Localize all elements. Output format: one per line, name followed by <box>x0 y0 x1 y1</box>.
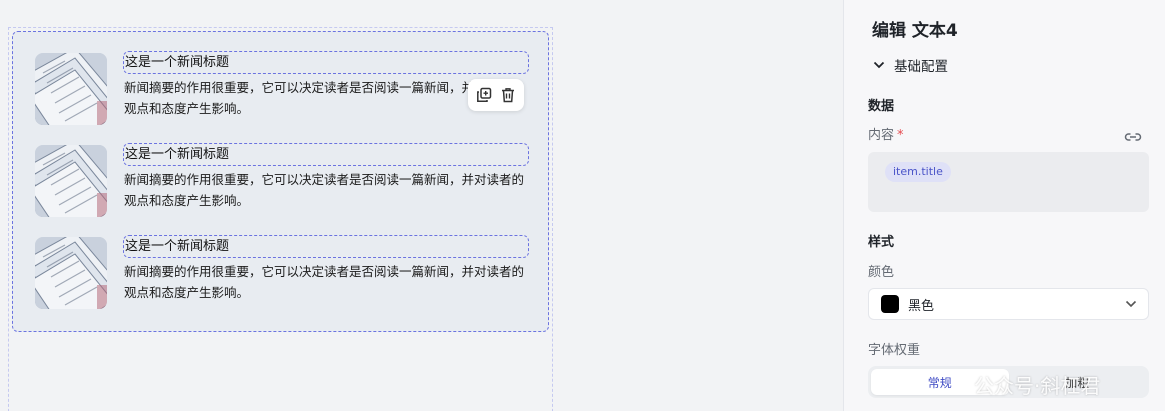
required-mark: * <box>897 128 904 143</box>
news-summary-text[interactable]: 新闻摘要的作用很重要，它可以决定读者是否阅读一篇新闻，并对读者的观点和态度产生影… <box>124 261 534 303</box>
editor-canvas: 这是一个新闻标题 新闻摘要的作用很重要，它可以决定读者是否阅读一篇新闻，并对读者… <box>0 0 843 411</box>
color-label: 颜色 <box>868 265 895 280</box>
trash-icon <box>502 88 514 103</box>
color-value: 黑色 <box>908 298 935 314</box>
chevron-down-icon <box>1125 300 1137 308</box>
font-weight-label: 字体权重 <box>868 343 921 358</box>
color-select[interactable]: 黑色 <box>868 288 1149 320</box>
panel-title: 编辑 文本4 <box>872 21 958 41</box>
copy-button[interactable] <box>474 85 494 105</box>
content-input[interactable]: item.title <box>868 152 1149 212</box>
news-title-text[interactable]: 这是一个新闻标题 <box>123 235 529 258</box>
color-swatch <box>881 295 899 313</box>
news-title-text[interactable]: 这是一个新闻标题 <box>123 143 529 166</box>
watermark-text: 公众号·斜杠君 <box>974 374 1101 398</box>
news-list[interactable]: 这是一个新闻标题 新闻摘要的作用很重要，它可以决定读者是否阅读一篇新闻，并对读者… <box>12 31 549 332</box>
link-icon <box>1124 133 1142 141</box>
section-label: 基础配置 <box>894 59 948 75</box>
content-label: 内容 * <box>868 128 904 143</box>
news-thumbnail-image <box>35 237 107 309</box>
basic-config-toggle[interactable]: 基础配置 <box>872 55 948 75</box>
bind-toggle-button[interactable] <box>1124 129 1142 145</box>
delete-button[interactable] <box>498 85 518 105</box>
news-thumbnail-image <box>35 145 107 217</box>
data-heading: 数据 <box>868 99 895 114</box>
news-summary-text[interactable]: 新闻摘要的作用很重要，它可以决定读者是否阅读一篇新闻，并对读者的观点和态度产生影… <box>124 169 534 211</box>
copy-icon <box>477 87 492 102</box>
property-panel: 编辑 文本4 基础配置 数据 内容 * item.title 样式 颜色 黑色 字… <box>843 0 1165 411</box>
news-title-text[interactable]: 这是一个新闻标题 <box>123 51 529 74</box>
style-heading: 样式 <box>868 235 895 250</box>
news-thumbnail-image <box>35 53 107 125</box>
variable-token[interactable]: item.title <box>885 162 951 182</box>
list-item[interactable]: 这是一个新闻标题 新闻摘要的作用很重要，它可以决定读者是否阅读一篇新闻，并对读者… <box>35 235 545 313</box>
list-item[interactable]: 这是一个新闻标题 新闻摘要的作用很重要，它可以决定读者是否阅读一篇新闻，并对读者… <box>35 143 545 221</box>
element-toolbar <box>468 79 524 111</box>
chevron-down-icon <box>873 61 885 69</box>
